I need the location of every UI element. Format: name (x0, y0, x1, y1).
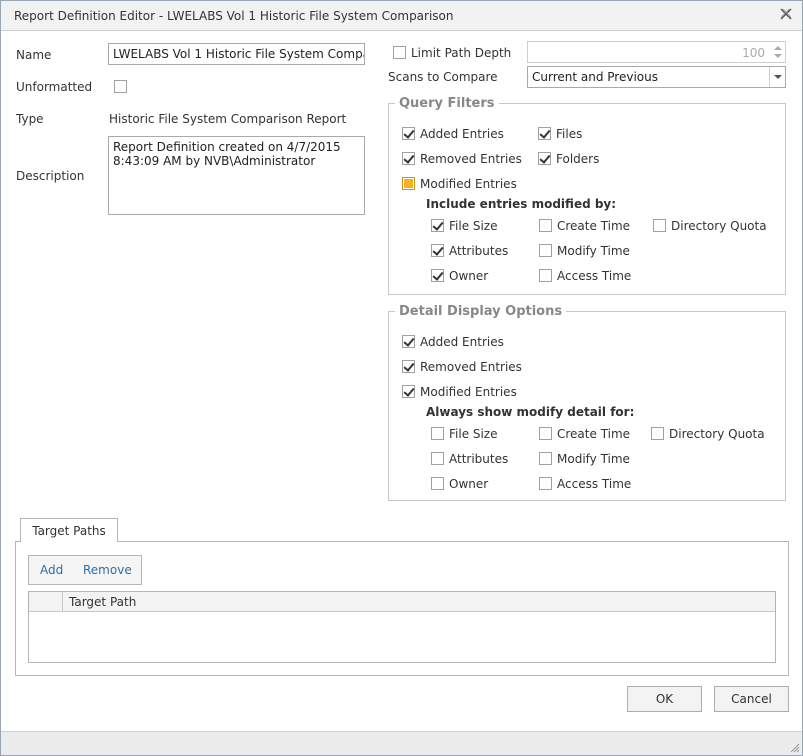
dd-directory-quota-checkbox[interactable] (651, 427, 664, 440)
detail-display-options-title: Detail Display Options (395, 304, 567, 319)
qf-attributes-label: Attributes (449, 244, 509, 258)
dialog-footer (1, 731, 802, 755)
target-paths-grid[interactable]: Target Path (28, 591, 776, 663)
dd-removed-entries-label: Removed Entries (420, 360, 522, 374)
name-label: Name (16, 48, 52, 62)
report-definition-dialog: Report Definition Editor - LWELABS Vol 1… (0, 0, 803, 756)
qf-modified-entries-label: Modified Entries (420, 177, 517, 191)
qf-directory-quota-checkbox[interactable] (653, 219, 666, 232)
qf-folders-label: Folders (556, 152, 600, 166)
target-paths-toolbar: Add Remove (28, 555, 142, 585)
qf-added-entries-checkbox[interactable] (402, 127, 415, 140)
column-header-target-path[interactable]: Target Path (69, 595, 136, 609)
stepper-arrows-icon[interactable] (773, 44, 783, 60)
scans-to-compare-label: Scans to Compare (388, 70, 498, 84)
qf-removed-entries-checkbox[interactable] (402, 152, 415, 165)
qf-access-time-label: Access Time (557, 269, 632, 283)
tab-target-paths[interactable]: Target Paths (20, 518, 118, 542)
query-filters-title: Query Filters (395, 96, 499, 111)
qf-file-size-checkbox[interactable] (431, 219, 444, 232)
qf-owner-checkbox[interactable] (431, 269, 444, 282)
qf-create-time-checkbox[interactable] (539, 219, 552, 232)
window-title: Report Definition Editor - LWELABS Vol 1… (14, 9, 454, 23)
qf-owner-label: Owner (449, 269, 489, 283)
qf-access-time-checkbox[interactable] (539, 269, 552, 282)
dd-modify-time-label: Modify Time (557, 452, 630, 466)
qf-added-entries-label: Added Entries (420, 127, 504, 141)
qf-modify-time-checkbox[interactable] (539, 244, 552, 257)
resize-grip-icon[interactable] (788, 741, 800, 753)
dd-modified-entries-checkbox[interactable] (402, 385, 415, 398)
grid-select-column[interactable] (29, 592, 63, 611)
qf-attributes-checkbox[interactable] (431, 244, 444, 257)
dd-file-size-label: File Size (449, 427, 498, 441)
dd-attributes-checkbox[interactable] (431, 452, 444, 465)
remove-target-path-button[interactable]: Remove (83, 563, 132, 577)
type-label: Type (16, 112, 44, 126)
ok-button[interactable]: OK (627, 686, 702, 712)
qf-files-checkbox[interactable] (538, 127, 551, 140)
add-target-path-button[interactable]: Add (40, 563, 63, 577)
qf-include-subheading: Include entries modified by: (426, 197, 617, 211)
dd-modified-entries-label: Modified Entries (420, 385, 517, 399)
dd-removed-entries-checkbox[interactable] (402, 360, 415, 373)
description-textarea[interactable]: Report Definition created on 4/7/2015 8:… (108, 136, 365, 215)
scans-selected-value: Current and Previous (532, 70, 658, 84)
qf-create-time-label: Create Time (557, 219, 631, 233)
grid-header: Target Path (29, 592, 775, 612)
tab-target-paths-label: Target Paths (32, 523, 106, 538)
limit-path-depth-label: Limit Path Depth (411, 46, 512, 60)
unformatted-checkbox[interactable] (114, 80, 127, 93)
qf-folders-checkbox[interactable] (538, 152, 551, 165)
path-depth-value: 100 (742, 46, 765, 60)
type-value: Historic File System Comparison Report (109, 112, 347, 126)
limit-path-depth-checkbox[interactable] (393, 46, 406, 59)
name-input[interactable]: LWELABS Vol 1 Historic File System Compa… (108, 43, 365, 65)
dd-owner-checkbox[interactable] (431, 477, 444, 490)
qf-files-label: Files (556, 127, 583, 141)
dd-attributes-label: Attributes (449, 452, 509, 466)
unformatted-label: Unformatted (16, 80, 93, 94)
dd-added-entries-label: Added Entries (420, 335, 504, 349)
dd-create-time-checkbox[interactable] (539, 427, 552, 440)
description-label: Description (16, 169, 85, 183)
dd-modify-time-checkbox[interactable] (539, 452, 552, 465)
dd-access-time-checkbox[interactable] (539, 477, 552, 490)
qf-file-size-label: File Size (449, 219, 498, 233)
cancel-button[interactable]: Cancel (714, 686, 789, 712)
dd-directory-quota-label: Directory Quota (669, 427, 765, 441)
dd-create-time-label: Create Time (557, 427, 631, 441)
qf-directory-quota-label: Directory Quota (671, 219, 767, 233)
qf-modify-time-label: Modify Time (557, 244, 630, 258)
dd-always-show-subheading: Always show modify detail for: (426, 405, 635, 419)
scans-to-compare-select[interactable]: Current and Previous (527, 66, 786, 88)
dd-owner-label: Owner (449, 477, 489, 491)
dd-file-size-checkbox[interactable] (431, 427, 444, 440)
dd-added-entries-checkbox[interactable] (402, 335, 415, 348)
close-icon[interactable] (779, 7, 793, 21)
title-bar[interactable]: Report Definition Editor - LWELABS Vol 1… (1, 1, 802, 31)
path-depth-stepper[interactable]: 100 (527, 41, 786, 63)
chevron-down-icon (774, 75, 782, 79)
qf-modified-entries-checkbox[interactable] (402, 177, 415, 190)
dd-access-time-label: Access Time (557, 477, 632, 491)
qf-removed-entries-label: Removed Entries (420, 152, 522, 166)
